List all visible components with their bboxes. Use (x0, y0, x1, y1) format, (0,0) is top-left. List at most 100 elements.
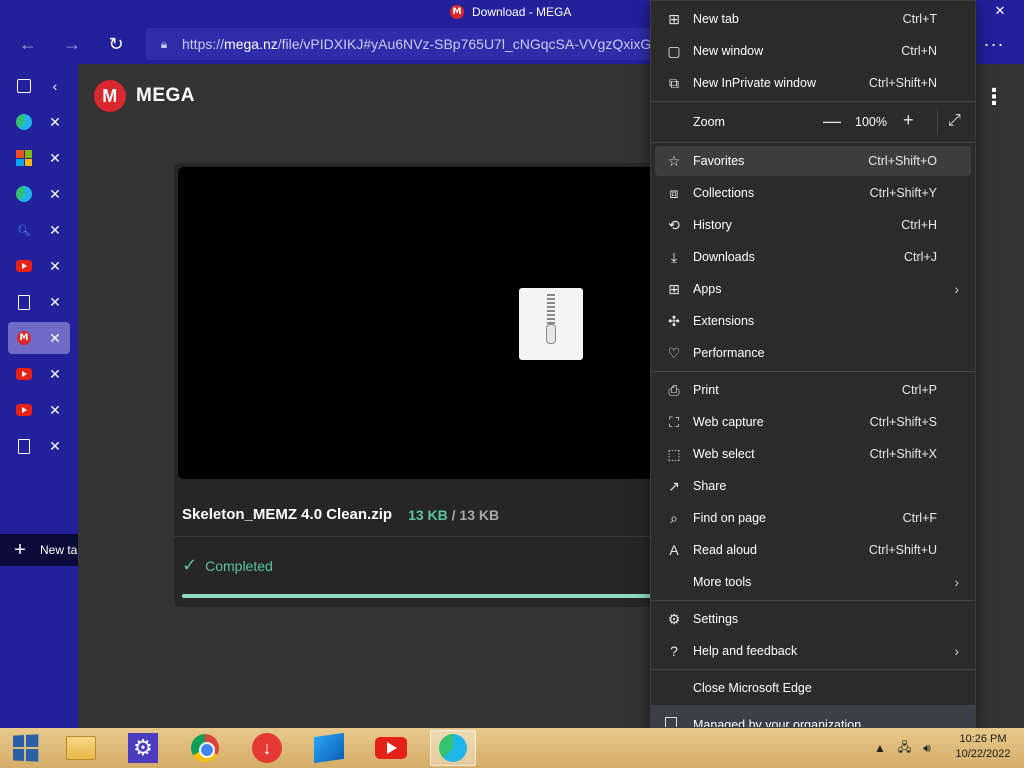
menu-item-help-and-feedback[interactable]: ? Help and feedback › (655, 636, 971, 666)
read-aloud-icon: A (669, 542, 679, 558)
menu-item-performance[interactable]: ♡ Performance (655, 338, 971, 368)
more-horizontal-icon[interactable]: ··· (980, 30, 1008, 58)
close-tab-icon[interactable]: ✕ (48, 186, 62, 202)
url-prefix: https:// (182, 36, 225, 52)
vertical-tab[interactable]: ✕ (8, 142, 70, 174)
youtube-icon[interactable] (368, 730, 414, 766)
forward-arrow-icon[interactable]: → (58, 30, 86, 58)
vertical-tab[interactable]: 🔍︎ ✕ (8, 214, 70, 246)
back-arrow-icon[interactable]: ← (14, 30, 42, 58)
apps-icon: ⊞ (668, 280, 680, 297)
show-hidden-icons-icon[interactable]: ▲ (874, 741, 886, 755)
vertical-tab[interactable]: ✕ (8, 430, 70, 462)
vertical-tab[interactable]: ✕ (8, 250, 70, 282)
managed-by-org[interactable]: Managed by your organization (651, 705, 975, 728)
collapse-chevron-icon[interactable]: ‹ (48, 78, 62, 94)
blue-app-icon[interactable] (306, 730, 352, 766)
menu-item-web-select[interactable]: ⬚ Web select Ctrl+Shift+X (655, 439, 971, 469)
menu-item-new-tab[interactable]: ⊞ New tab Ctrl+T (655, 4, 971, 34)
close-edge-label: Close Microsoft Edge (693, 681, 812, 695)
volume-icon[interactable]: 🔊︎ (923, 741, 931, 756)
close-tab-icon[interactable]: ✕ (48, 150, 62, 166)
close-tab-icon[interactable]: ✕ (48, 294, 62, 310)
new-tab-button[interactable]: + New ta (0, 534, 78, 566)
close-tab-icon[interactable]: ✕ (48, 366, 62, 382)
youtube-icon (16, 366, 32, 382)
close-tab-icon[interactable]: ✕ (48, 258, 62, 274)
vertical-tab[interactable]: ✕ (8, 178, 70, 210)
refresh-icon[interactable]: ↻ (102, 30, 130, 58)
menu-item-history[interactable]: ⟲ History Ctrl+H (655, 210, 971, 240)
briefcase-icon (665, 717, 677, 727)
page-menu-icon[interactable]: ⋮ (983, 84, 1005, 110)
network-icon[interactable]: 🖧︎ (898, 738, 911, 759)
clock[interactable]: 10:26 PM 10/22/2022 (948, 732, 1018, 762)
menu-item-shortcut: Ctrl+J (904, 250, 937, 264)
close-tab-icon[interactable]: ✕ (48, 330, 62, 346)
document-icon (16, 438, 32, 454)
extensions-icon: ✣ (668, 312, 680, 329)
mega-logo-icon: M (94, 80, 126, 112)
close-tab-icon[interactable]: ✕ (48, 438, 62, 454)
tab-panel-toggle[interactable]: ‹ (8, 70, 70, 102)
checkmark-icon: ✓ (182, 555, 198, 575)
menu-item-label: More tools (693, 575, 752, 589)
download-icon: ⤓ (670, 248, 678, 265)
close-tab-icon[interactable]: ✕ (48, 222, 62, 238)
star-icon: ☆ (667, 152, 681, 169)
address-bar[interactable]: 🔒︎ https://mega.nz/file/vPIDXIKJ#yAu6NVz… (146, 28, 666, 60)
close-edge-item[interactable]: Close Microsoft Edge (655, 673, 971, 703)
menu-item-label: Extensions (693, 314, 755, 328)
zoom-control: Zoom — 100% + ⤢ (655, 107, 971, 137)
tab-panel-icon[interactable] (16, 78, 32, 94)
managed-label: Managed by your organization (693, 718, 862, 728)
menu-item-read-aloud[interactable]: A Read aloud Ctrl+Shift+U (655, 535, 971, 565)
close-tab-icon[interactable]: ✕ (48, 402, 62, 418)
mega-logo[interactable]: M MEGA (94, 80, 195, 112)
menu-item-new-inprivate-window[interactable]: ⧉ New InPrivate window Ctrl+Shift+N (655, 68, 971, 98)
menu-item-label: Print (693, 383, 719, 397)
download-status: ✓ Completed (182, 555, 273, 576)
edge-icon (16, 114, 32, 130)
menu-item-apps[interactable]: ⊞ Apps › (655, 274, 971, 304)
lock-icon[interactable]: 🔒︎ (146, 37, 182, 52)
settings-icon[interactable]: ⚙ (120, 730, 166, 766)
close-tab-icon[interactable]: ✕ (48, 114, 62, 130)
window-title-text: Download - MEGA (472, 5, 572, 19)
vertical-tab[interactable]: ✕ (8, 106, 70, 138)
menu-item-downloads[interactable]: ⤓ Downloads Ctrl+J (655, 242, 971, 272)
vertical-tab[interactable]: M ✕ (8, 322, 70, 354)
menu-item-print[interactable]: ⎙ Print Ctrl+P (655, 375, 971, 405)
search-icon: 🔍︎ (17, 224, 31, 237)
menu-item-extensions[interactable]: ✣ Extensions (655, 306, 971, 336)
vertical-tab[interactable]: ✕ (8, 286, 70, 318)
menu-item-more-tools[interactable]: More tools › (655, 567, 971, 597)
vertical-tab[interactable]: ✕ (8, 358, 70, 390)
menu-item-new-window[interactable]: ▢ New window Ctrl+N (655, 36, 971, 66)
menu-item-shortcut: Ctrl+Shift+X (869, 447, 937, 461)
file-explorer-icon[interactable] (58, 730, 104, 766)
menu-item-shortcut: Ctrl+Shift+S (869, 415, 937, 429)
vertical-tabs-panel: ‹ ✕ ✕ ✕ 🔍︎ ✕ ✕ ✕ M ✕ ✕ ✕ ✕ + New ta (0, 64, 78, 728)
downloader-icon[interactable]: ↓ (244, 730, 290, 766)
menu-item-collections[interactable]: ⧈ Collections Ctrl+Shift+Y (655, 178, 971, 208)
fullscreen-icon[interactable]: ⤢ (948, 112, 961, 130)
chevron-right-icon: › (954, 574, 959, 590)
menu-item-share[interactable]: ↗ Share (655, 471, 971, 501)
history-icon: ⟲ (668, 216, 680, 233)
menu-item-favorites[interactable]: ☆ Favorites Ctrl+Shift+O (655, 146, 971, 176)
vertical-tab[interactable]: ✕ (8, 394, 70, 426)
menu-item-web-capture[interactable]: ⛶ Web capture Ctrl+Shift+S (655, 407, 971, 437)
window-close-button[interactable]: ✕ (976, 0, 1024, 22)
menu-item-find-on-page[interactable]: ⌕ Find on page Ctrl+F (655, 503, 971, 533)
menu-item-label: Web select (693, 447, 755, 461)
menu-item-settings[interactable]: ⚙ Settings (655, 604, 971, 634)
menu-item-shortcut: Ctrl+P (901, 383, 937, 397)
microsoft-icon (16, 150, 32, 166)
menu-item-label: Apps (693, 282, 722, 296)
zoom-out-button[interactable]: — (823, 111, 841, 132)
chrome-icon[interactable] (182, 730, 228, 766)
zoom-in-button[interactable]: + (903, 110, 914, 131)
edge-icon[interactable] (430, 730, 476, 766)
start-button[interactable] (2, 730, 48, 766)
